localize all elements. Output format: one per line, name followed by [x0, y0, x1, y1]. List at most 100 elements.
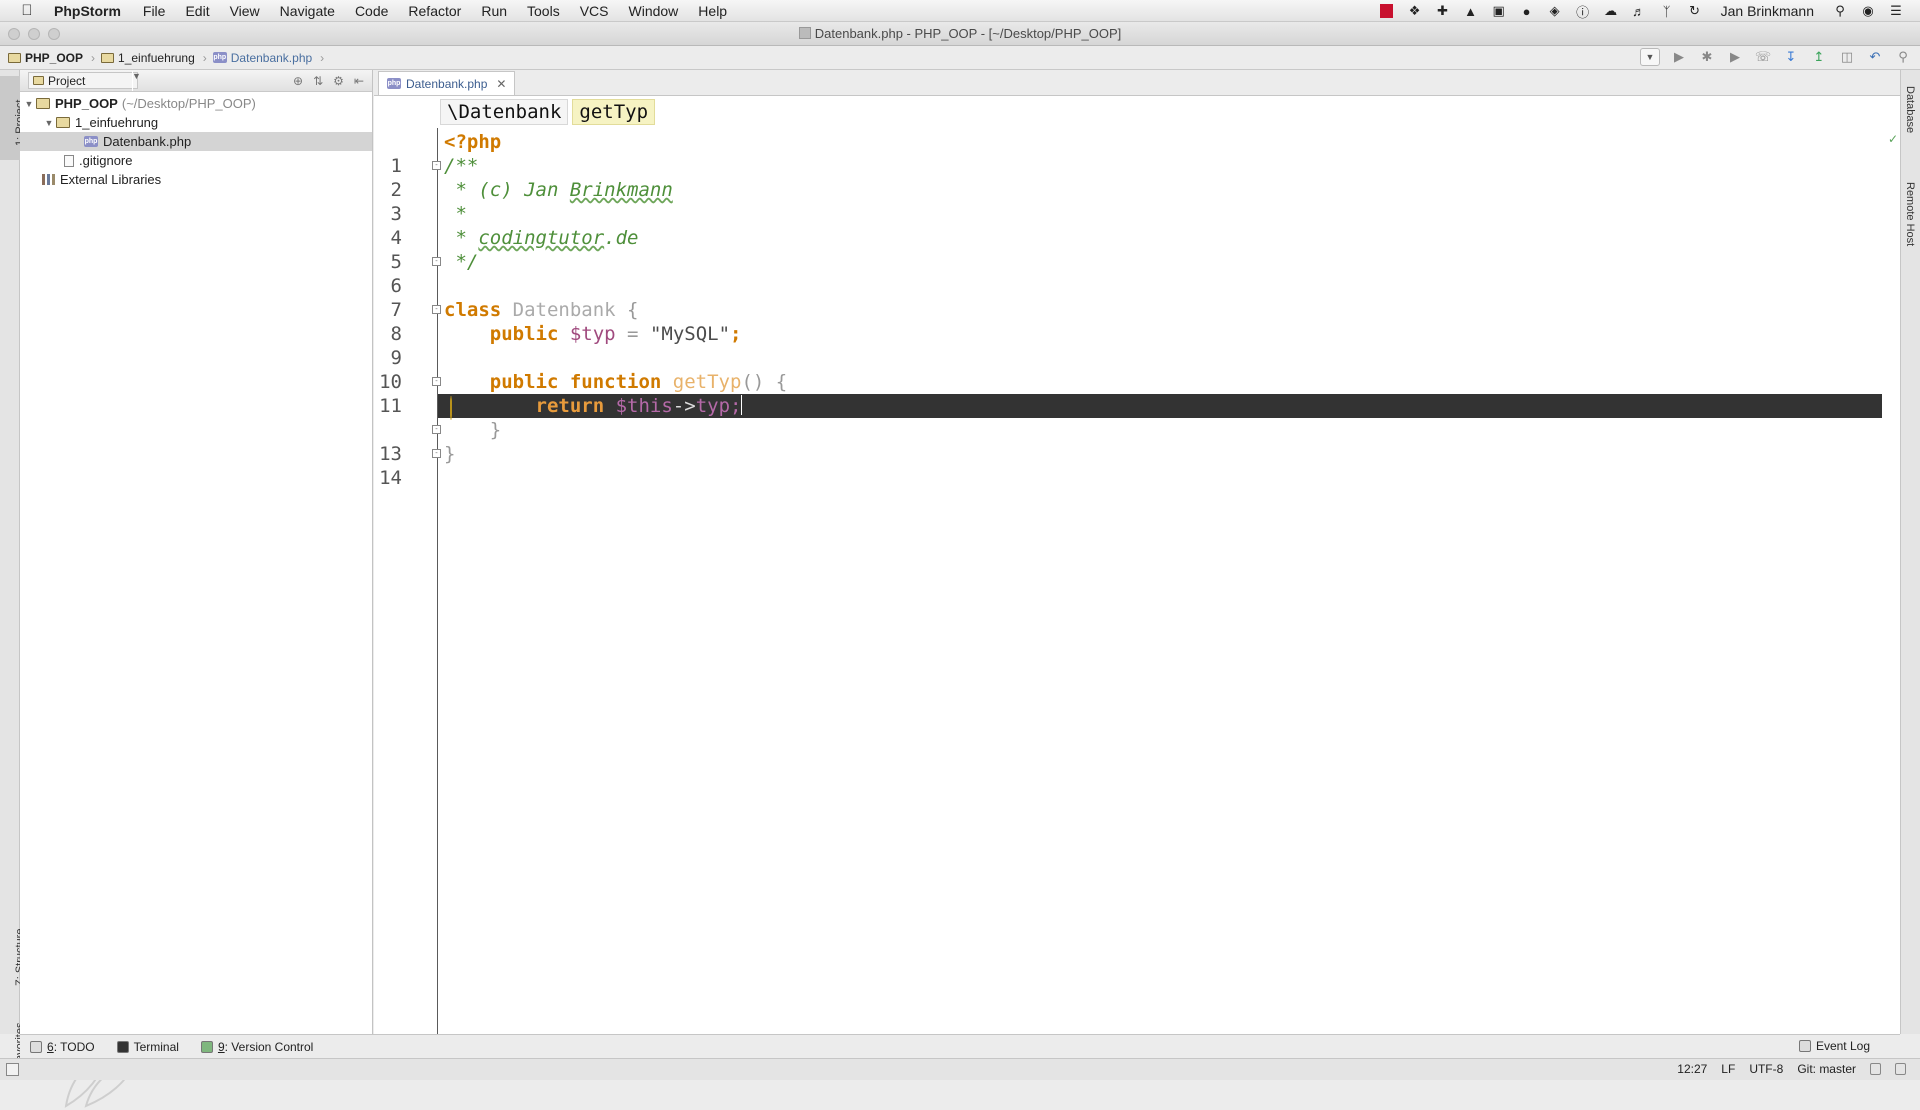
tool-tab-event-log[interactable]: Event Log — [1798, 1039, 1870, 1053]
menu-run[interactable]: Run — [481, 3, 507, 19]
tree-item-external-libraries[interactable]: External Libraries — [20, 170, 372, 189]
fold-toggle-icon[interactable]: - — [432, 449, 441, 458]
bluetooth-icon[interactable]: ᛉ — [1659, 3, 1675, 19]
app-menu[interactable]: PhpStorm — [54, 3, 121, 19]
fold-toggle-icon[interactable]: - — [432, 257, 441, 266]
breadcrumb-folder[interactable]: 1_einfuehrung › — [101, 51, 207, 65]
code-line[interactable]: 3 * (c) Jan Brinkmann — [391, 178, 1882, 225]
menu-vcs[interactable]: VCS — [580, 3, 609, 19]
tree-item-label: .gitignore — [79, 153, 133, 168]
apple-menu-icon[interactable]:  — [0, 2, 54, 19]
tab-datenbank-php[interactable]: php Datenbank.php ✕ — [378, 71, 516, 95]
close-icon[interactable]: ✕ — [496, 77, 506, 91]
tool-tab-version-control[interactable]: 9: Version Control — [200, 1040, 313, 1054]
fold-toggle-icon[interactable]: - — [432, 161, 441, 170]
breadcrumb-project[interactable]: PHP_OOP › — [8, 51, 95, 65]
box-icon[interactable]: ▣ — [1491, 3, 1507, 19]
keyword-return: return — [535, 395, 605, 417]
event-log-icon — [1798, 1040, 1811, 1052]
plus-cross-icon[interactable]: ✚ — [1435, 3, 1451, 19]
code-line[interactable]: 7 — [391, 274, 1882, 321]
tool-tab-terminal[interactable]: Terminal — [116, 1040, 179, 1054]
toggle-tool-windows-icon[interactable] — [6, 1063, 19, 1076]
siri-icon[interactable]: ◉ — [1860, 3, 1876, 19]
menu-refactor[interactable]: Refactor — [408, 3, 461, 19]
time-machine-icon[interactable]: ↻ — [1687, 3, 1703, 19]
code-line[interactable]: 13 - } — [379, 418, 1882, 465]
expand-arrow-icon[interactable]: ▼ — [22, 99, 36, 109]
line-separator[interactable]: LF — [1721, 1062, 1735, 1076]
inspector-icon[interactable] — [1895, 1063, 1906, 1075]
fold-toggle-icon[interactable]: - — [432, 377, 441, 386]
tool-tab-remote-host[interactable]: Remote Host — [1900, 170, 1920, 270]
search-everywhere-icon[interactable]: ⚲ — [1894, 48, 1912, 66]
menu-help[interactable]: Help — [698, 3, 727, 19]
run-icon[interactable]: ▶ — [1670, 48, 1688, 66]
project-tree: ▼ PHP_OOP (~/Desktop/PHP_OOP) ▼ 1_einfue… — [20, 92, 372, 189]
breadcrumb-label: Datenbank.php — [230, 50, 313, 65]
vcs-commit-icon[interactable]: ↥ — [1810, 48, 1828, 66]
fold-toggle-icon[interactable]: - — [432, 425, 441, 434]
vcs-compare-icon[interactable]: ◫ — [1838, 48, 1856, 66]
project-view-dropdown[interactable]: Project ▼ — [28, 70, 141, 91]
caret-position[interactable]: 12:27 — [1677, 1062, 1707, 1076]
code-line[interactable]: 14 - } — [379, 442, 1882, 489]
code-line[interactable]: 10 — [379, 346, 1882, 393]
breadcrumb-file[interactable]: php Datenbank.php › — [212, 50, 324, 65]
code-line[interactable]: 9 public $typ = "MySQL"; — [391, 322, 1882, 369]
code-line[interactable]: 1 <?php — [391, 130, 1882, 177]
git-branch[interactable]: Git: master — [1797, 1062, 1856, 1076]
code-editor[interactable]: 1 <?php 2 - /** 3 * (c) Jan Brinkmann 4 … — [374, 128, 1898, 1034]
menu-window[interactable]: Window — [629, 3, 679, 19]
red-square-icon[interactable] — [1379, 3, 1395, 19]
vcs-update-icon[interactable]: ↧ — [1782, 48, 1800, 66]
drive-icon[interactable]: ▲ — [1463, 3, 1479, 19]
cloud-icon[interactable]: ☁ — [1603, 3, 1619, 19]
user-name[interactable]: Jan Brinkmann — [1721, 3, 1814, 19]
collapse-all-icon[interactable]: ⇅ — [313, 74, 323, 88]
menu-tools[interactable]: Tools — [527, 3, 560, 19]
lock-icon[interactable] — [1870, 1063, 1881, 1075]
code-line[interactable]: 5 * codingtutor.de — [391, 226, 1882, 273]
tree-item-project-root[interactable]: ▼ PHP_OOP (~/Desktop/PHP_OOP) — [20, 94, 372, 113]
menu-view[interactable]: View — [230, 3, 260, 19]
spotlight-icon[interactable]: ⚲ — [1832, 3, 1848, 19]
code-line[interactable]: 4 * — [391, 202, 1882, 249]
coverage-icon[interactable]: ▶ — [1726, 48, 1744, 66]
menu-code[interactable]: Code — [355, 3, 388, 19]
hide-panel-icon[interactable]: ⇤ — [354, 74, 364, 88]
notification-center-icon[interactable]: ☰ — [1888, 3, 1904, 19]
debug-icon[interactable]: ✱ — [1698, 48, 1716, 66]
tool-tab-structure[interactable]: Z: Structure — [0, 910, 26, 994]
breadcrumb-method[interactable]: getTyp — [572, 99, 656, 125]
run-configuration-dropdown[interactable]: ▼ — [1640, 48, 1660, 66]
scroll-from-source-icon[interactable]: ⊕ — [293, 74, 303, 88]
revert-icon[interactable]: ↶ — [1866, 48, 1884, 66]
inspection-ok-icon[interactable]: ✓ — [1888, 132, 1898, 146]
code-line[interactable]: 11 - public function getTyp() { — [379, 370, 1882, 417]
code-line[interactable]: 6 - */ — [391, 250, 1882, 297]
gear-icon[interactable]: ⚙ — [333, 74, 344, 88]
menu-file[interactable]: File — [143, 3, 166, 19]
tool-tab-database[interactable]: Database — [1900, 74, 1920, 154]
dropbox-icon[interactable]: ❖ — [1407, 3, 1423, 19]
listen-debug-icon[interactable]: ☏ — [1754, 48, 1772, 66]
menu-edit[interactable]: Edit — [185, 3, 209, 19]
code-line[interactable]: 8 - class Datenbank { — [391, 298, 1882, 345]
code-line[interactable]: 2 - /** — [391, 154, 1882, 201]
fold-toggle-icon[interactable]: - — [432, 305, 441, 314]
volume-icon[interactable]: ♬ — [1631, 3, 1647, 19]
tool-tab-project[interactable]: 1: Project — [0, 76, 26, 160]
tree-item-gitignore[interactable]: .gitignore — [20, 151, 372, 170]
expand-arrow-icon[interactable]: ▼ — [42, 118, 56, 128]
breadcrumb-class[interactable]: \Datenbank — [440, 99, 569, 125]
menu-navigate[interactable]: Navigate — [280, 3, 335, 19]
evernote-icon[interactable]: ◈ — [1547, 3, 1563, 19]
file-encoding[interactable]: UTF-8 — [1749, 1062, 1783, 1076]
tree-item-folder[interactable]: ▼ 1_einfuehrung — [20, 113, 372, 132]
tool-tab-todo[interactable]: 6: TODO — [30, 1040, 95, 1054]
info-icon[interactable]: ⓘ — [1575, 3, 1591, 20]
leaf-icon[interactable]: ● — [1519, 3, 1535, 19]
code-line-current[interactable]: 12 return $this->typ; — [379, 394, 1882, 441]
tree-item-datenbank-php[interactable]: php Datenbank.php — [20, 132, 372, 151]
